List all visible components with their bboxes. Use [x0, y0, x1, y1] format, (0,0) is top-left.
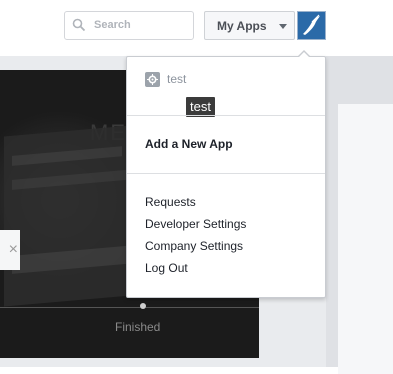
side-card: [338, 104, 393, 374]
app-name: test: [167, 72, 187, 86]
chevron-down-icon: [279, 24, 287, 29]
gear-icon: [145, 72, 160, 87]
video-caption: Finished: [115, 320, 161, 334]
menu-item-log-out[interactable]: Log Out: [145, 261, 188, 275]
my-apps-button[interactable]: My Apps: [204, 11, 295, 40]
add-new-app-link[interactable]: Add a New App: [145, 137, 233, 151]
search-input[interactable]: Search: [64, 11, 194, 40]
search-placeholder: Search: [94, 19, 131, 31]
divider: [127, 173, 325, 174]
ghost-bar: [12, 244, 142, 274]
side-panel: [326, 56, 393, 374]
video-progress-track[interactable]: [0, 307, 259, 308]
menu-item-company-settings[interactable]: Company Settings: [145, 239, 243, 253]
app-tooltip: test: [186, 97, 215, 117]
avatar-icon: [303, 14, 320, 35]
my-apps-dropdown: test test Add a New App Requests Develop…: [126, 50, 326, 298]
menu-item-developer-settings[interactable]: Developer Settings: [145, 217, 246, 231]
divider: [127, 115, 325, 116]
avatar[interactable]: [297, 11, 326, 40]
ghost-bar: [12, 146, 122, 166]
menu-item-requests[interactable]: Requests: [145, 195, 196, 209]
close-icon[interactable]: ×: [0, 230, 20, 270]
my-apps-label: My Apps: [217, 19, 267, 33]
search-icon: [72, 18, 86, 32]
dropdown-caret-inner: [298, 52, 310, 58]
video-progress-handle[interactable]: [140, 303, 146, 309]
ghost-bar: [12, 169, 132, 190]
